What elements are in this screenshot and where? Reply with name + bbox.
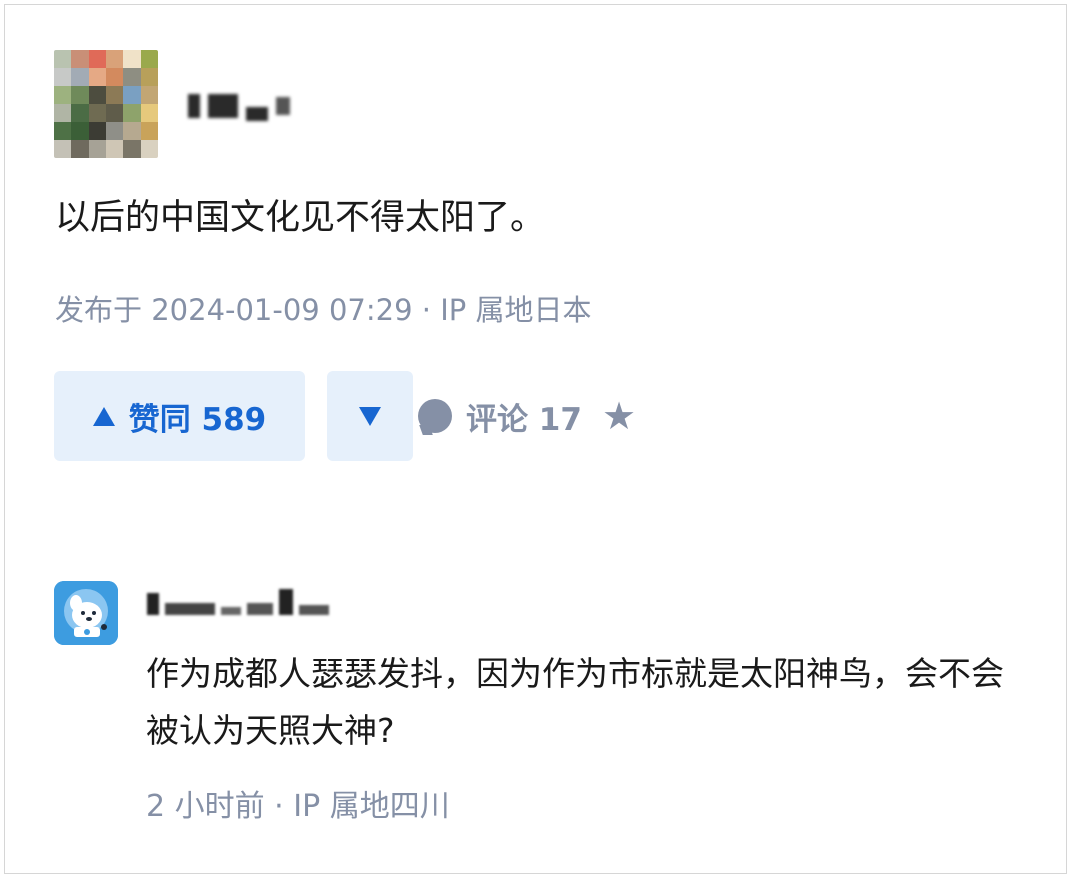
avatar-mosaic-cell — [140, 140, 158, 158]
avatar-mosaic-cell — [71, 122, 89, 140]
avatar-mosaic-cell — [123, 104, 141, 122]
avatar-mosaic-cell — [71, 140, 89, 158]
avatar-mosaic-cell — [123, 86, 141, 104]
avatar-mosaic-cell — [88, 104, 106, 122]
avatar-mosaic-cell — [106, 140, 124, 158]
upvote-button[interactable]: 赞同 589 — [54, 371, 305, 461]
author-avatar[interactable] — [54, 50, 158, 158]
post-card: 以后的中国文化见不得太阳了。 发布于 2024-01-09 07:29 · IP… — [4, 4, 1067, 874]
comment-button[interactable]: 评论 17 — [418, 393, 582, 439]
avatar-mosaic-cell — [140, 50, 158, 68]
comment-count-label: 评论 17 — [466, 401, 582, 438]
triangle-up-icon — [92, 406, 115, 426]
avatar-mosaic-cell — [88, 140, 106, 158]
avatar-mosaic-cell — [71, 50, 89, 68]
commenter-avatar[interactable] — [54, 581, 118, 645]
avatar-mosaic-cell — [54, 104, 72, 122]
avatar-mosaic-cell — [106, 122, 124, 140]
dog-mascot-icon — [54, 581, 118, 645]
avatar-mosaic-cell — [71, 104, 89, 122]
post-meta: 发布于 2024-01-09 07:29 · IP 属地日本 — [55, 293, 592, 327]
avatar-mosaic-cell — [123, 122, 141, 140]
avatar-mosaic-cell — [106, 50, 124, 68]
commenter-name-blurred[interactable] — [147, 587, 347, 615]
avatar-mosaic-cell — [88, 86, 106, 104]
avatar-mosaic-cell — [123, 68, 141, 86]
avatar-mosaic-cell — [71, 68, 89, 86]
downvote-button[interactable] — [327, 371, 413, 461]
avatar-mosaic-cell — [140, 122, 158, 140]
avatar-mosaic-cell — [54, 50, 72, 68]
author-name-blurred[interactable] — [188, 91, 328, 121]
avatar-mosaic-cell — [54, 68, 72, 86]
avatar-mosaic-cell — [88, 50, 106, 68]
avatar-mosaic-cell — [140, 104, 158, 122]
avatar-mosaic-cell — [106, 104, 124, 122]
avatar-mosaic-cell — [54, 140, 72, 158]
avatar-mosaic-cell — [123, 140, 141, 158]
post-text: 以后的中国文化见不得太阳了。 — [55, 198, 546, 238]
triangle-down-icon — [359, 406, 381, 426]
avatar-mosaic-cell — [54, 86, 72, 104]
avatar-mosaic-cell — [106, 86, 124, 104]
comment-bubble-icon — [418, 399, 452, 433]
avatar-mosaic-cell — [71, 86, 89, 104]
star-icon[interactable]: ★ — [602, 397, 640, 435]
comment-text: 作为成都人瑟瑟发抖，因为作为市标就是太阳神鸟，会不会被认为天照大神? — [146, 654, 1004, 750]
avatar-mosaic-cell — [88, 68, 106, 86]
comment-meta: 2 小时前 · IP 属地四川 — [146, 789, 450, 824]
avatar-mosaic-cell — [123, 50, 141, 68]
avatar-mosaic-cell — [106, 68, 124, 86]
upvote-label: 赞同 589 — [128, 401, 267, 438]
avatar-mosaic-cell — [140, 86, 158, 104]
avatar-mosaic-cell — [140, 68, 158, 86]
avatar-mosaic-cell — [88, 122, 106, 140]
avatar-mosaic-cell — [54, 122, 72, 140]
